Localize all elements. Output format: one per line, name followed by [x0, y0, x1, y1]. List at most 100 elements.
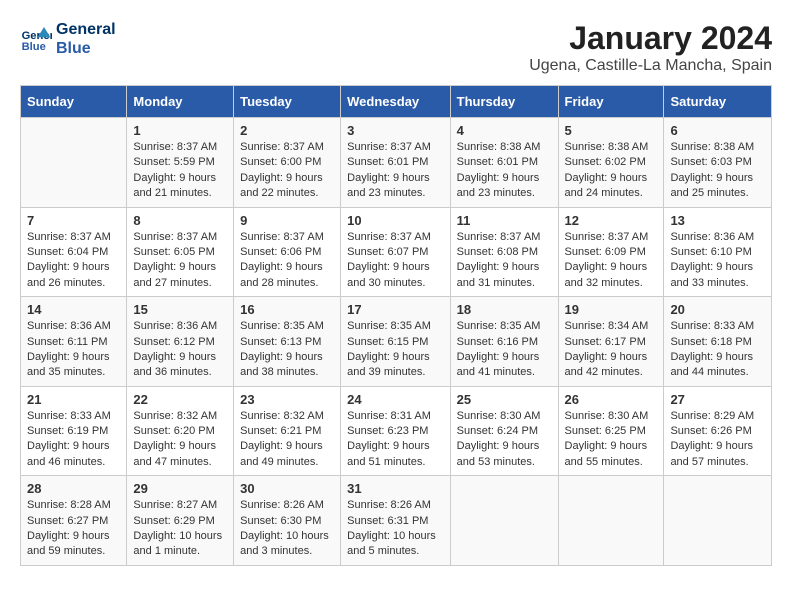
day-info: Sunrise: 8:35 AM Sunset: 6:16 PM Dayligh…	[457, 319, 552, 381]
day-of-week-header: Thursday	[450, 86, 558, 118]
calendar-cell: 21 Sunrise: 8:33 AM Sunset: 6:19 PM Dayli…	[21, 386, 127, 476]
day-number: 3	[347, 123, 444, 138]
calendar-cell: 11Sunrise: 8:37 AM Sunset: 6:08 PM Dayli…	[450, 207, 558, 297]
calendar-cell: 1 Sunrise: 8:37 AM Sunset: 5:59 PM Daylig…	[127, 118, 234, 208]
calendar-cell	[450, 476, 558, 566]
day-number: 24	[347, 392, 444, 407]
calendar-cell: 27 Sunrise: 8:29 AM Sunset: 6:26 PM Dayli…	[664, 386, 772, 476]
day-number: 11	[457, 213, 552, 228]
calendar-cell: 7Sunrise: 8:37 AM Sunset: 6:04 PM Daylig…	[21, 207, 127, 297]
day-number: 9	[240, 213, 334, 228]
calendar-cell: 5 Sunrise: 8:38 AM Sunset: 6:02 PM Daylig…	[558, 118, 664, 208]
day-info: Sunrise: 8:26 AM Sunset: 6:31 PM Dayligh…	[347, 498, 444, 560]
day-info: Sunrise: 8:37 AM Sunset: 6:09 PM Dayligh…	[565, 230, 658, 292]
page-header: General Blue General Blue January 2024 U…	[20, 20, 772, 75]
calendar-cell: 16 Sunrise: 8:35 AM Sunset: 6:13 PM Dayli…	[234, 297, 341, 387]
day-info: Sunrise: 8:26 AM Sunset: 6:30 PM Dayligh…	[240, 498, 334, 560]
calendar-cell: 30 Sunrise: 8:26 AM Sunset: 6:30 PM Dayli…	[234, 476, 341, 566]
day-info: Sunrise: 8:28 AM Sunset: 6:27 PM Dayligh…	[27, 498, 120, 560]
svg-text:Blue: Blue	[22, 41, 46, 53]
day-info: Sunrise: 8:29 AM Sunset: 6:26 PM Dayligh…	[670, 409, 765, 471]
day-number: 4	[457, 123, 552, 138]
day-number: 28	[27, 481, 120, 496]
day-info: Sunrise: 8:38 AM Sunset: 6:02 PM Dayligh…	[565, 140, 658, 202]
calendar-cell	[21, 118, 127, 208]
calendar-cell: 13 Sunrise: 8:36 AM Sunset: 6:10 PM Dayli…	[664, 207, 772, 297]
logo: General Blue General Blue	[20, 20, 116, 58]
calendar-table: SundayMondayTuesdayWednesdayThursdayFrid…	[20, 85, 772, 566]
day-info: Sunrise: 8:37 AM Sunset: 6:00 PM Dayligh…	[240, 140, 334, 202]
calendar-cell: 26 Sunrise: 8:30 AM Sunset: 6:25 PM Dayli…	[558, 386, 664, 476]
day-info: Sunrise: 8:36 AM Sunset: 6:12 PM Dayligh…	[133, 319, 227, 381]
title-block: January 2024 Ugena, Castille-La Mancha, …	[529, 20, 772, 75]
day-number: 5	[565, 123, 658, 138]
calendar-cell: 3 Sunrise: 8:37 AM Sunset: 6:01 PM Daylig…	[341, 118, 451, 208]
day-number: 19	[565, 302, 658, 317]
day-of-week-header: Monday	[127, 86, 234, 118]
logo-general: General	[56, 20, 116, 39]
day-number: 16	[240, 302, 334, 317]
day-info: Sunrise: 8:33 AM Sunset: 6:18 PM Dayligh…	[670, 319, 765, 381]
day-info: Sunrise: 8:38 AM Sunset: 6:01 PM Dayligh…	[457, 140, 552, 202]
calendar-cell: 4 Sunrise: 8:38 AM Sunset: 6:01 PM Daylig…	[450, 118, 558, 208]
day-number: 25	[457, 392, 552, 407]
logo-icon: General Blue	[20, 23, 52, 55]
day-number: 20	[670, 302, 765, 317]
calendar-cell: 20 Sunrise: 8:33 AM Sunset: 6:18 PM Dayli…	[664, 297, 772, 387]
day-number: 17	[347, 302, 444, 317]
calendar-cell: 17 Sunrise: 8:35 AM Sunset: 6:15 PM Dayli…	[341, 297, 451, 387]
day-of-week-header: Friday	[558, 86, 664, 118]
day-info: Sunrise: 8:34 AM Sunset: 6:17 PM Dayligh…	[565, 319, 658, 381]
day-info: Sunrise: 8:37 AM Sunset: 5:59 PM Dayligh…	[133, 140, 227, 202]
calendar-cell: 29 Sunrise: 8:27 AM Sunset: 6:29 PM Dayli…	[127, 476, 234, 566]
day-info: Sunrise: 8:33 AM Sunset: 6:19 PM Dayligh…	[27, 409, 120, 471]
day-number: 31	[347, 481, 444, 496]
day-info: Sunrise: 8:32 AM Sunset: 6:20 PM Dayligh…	[133, 409, 227, 471]
day-of-week-header: Tuesday	[234, 86, 341, 118]
calendar-cell	[664, 476, 772, 566]
day-info: Sunrise: 8:37 AM Sunset: 6:01 PM Dayligh…	[347, 140, 444, 202]
calendar-cell: 25Sunrise: 8:30 AM Sunset: 6:24 PM Dayli…	[450, 386, 558, 476]
calendar-cell: 24 Sunrise: 8:31 AM Sunset: 6:23 PM Dayli…	[341, 386, 451, 476]
calendar-cell	[558, 476, 664, 566]
day-info: Sunrise: 8:31 AM Sunset: 6:23 PM Dayligh…	[347, 409, 444, 471]
day-info: Sunrise: 8:37 AM Sunset: 6:06 PM Dayligh…	[240, 230, 334, 292]
day-of-week-header: Sunday	[21, 86, 127, 118]
calendar-cell: 6 Sunrise: 8:38 AM Sunset: 6:03 PM Daylig…	[664, 118, 772, 208]
calendar-week-row: 7Sunrise: 8:37 AM Sunset: 6:04 PM Daylig…	[21, 207, 772, 297]
day-number: 15	[133, 302, 227, 317]
calendar-week-row: 21 Sunrise: 8:33 AM Sunset: 6:19 PM Dayli…	[21, 386, 772, 476]
day-number: 27	[670, 392, 765, 407]
day-number: 21	[27, 392, 120, 407]
calendar-cell: 14Sunrise: 8:36 AM Sunset: 6:11 PM Dayli…	[21, 297, 127, 387]
day-info: Sunrise: 8:37 AM Sunset: 6:07 PM Dayligh…	[347, 230, 444, 292]
calendar-subtitle: Ugena, Castille-La Mancha, Spain	[529, 57, 772, 75]
day-info: Sunrise: 8:38 AM Sunset: 6:03 PM Dayligh…	[670, 140, 765, 202]
day-number: 23	[240, 392, 334, 407]
calendar-cell: 28 Sunrise: 8:28 AM Sunset: 6:27 PM Dayli…	[21, 476, 127, 566]
day-number: 1	[133, 123, 227, 138]
day-info: Sunrise: 8:35 AM Sunset: 6:13 PM Dayligh…	[240, 319, 334, 381]
calendar-cell: 15 Sunrise: 8:36 AM Sunset: 6:12 PM Dayli…	[127, 297, 234, 387]
day-number: 13	[670, 213, 765, 228]
calendar-cell: 10Sunrise: 8:37 AM Sunset: 6:07 PM Dayli…	[341, 207, 451, 297]
day-info: Sunrise: 8:36 AM Sunset: 6:10 PM Dayligh…	[670, 230, 765, 292]
calendar-cell: 18 Sunrise: 8:35 AM Sunset: 6:16 PM Dayli…	[450, 297, 558, 387]
day-info: Sunrise: 8:27 AM Sunset: 6:29 PM Dayligh…	[133, 498, 227, 560]
day-info: Sunrise: 8:37 AM Sunset: 6:05 PM Dayligh…	[133, 230, 227, 292]
day-of-week-header: Saturday	[664, 86, 772, 118]
logo-blue: Blue	[56, 39, 116, 58]
day-info: Sunrise: 8:30 AM Sunset: 6:25 PM Dayligh…	[565, 409, 658, 471]
day-info: Sunrise: 8:35 AM Sunset: 6:15 PM Dayligh…	[347, 319, 444, 381]
day-number: 29	[133, 481, 227, 496]
day-of-week-header: Wednesday	[341, 86, 451, 118]
day-number: 30	[240, 481, 334, 496]
day-number: 12	[565, 213, 658, 228]
calendar-cell: 12 Sunrise: 8:37 AM Sunset: 6:09 PM Dayli…	[558, 207, 664, 297]
day-info: Sunrise: 8:36 AM Sunset: 6:11 PM Dayligh…	[27, 319, 120, 381]
day-number: 26	[565, 392, 658, 407]
day-number: 6	[670, 123, 765, 138]
day-number: 7	[27, 213, 120, 228]
calendar-cell: 8Sunrise: 8:37 AM Sunset: 6:05 PM Daylig…	[127, 207, 234, 297]
day-number: 18	[457, 302, 552, 317]
